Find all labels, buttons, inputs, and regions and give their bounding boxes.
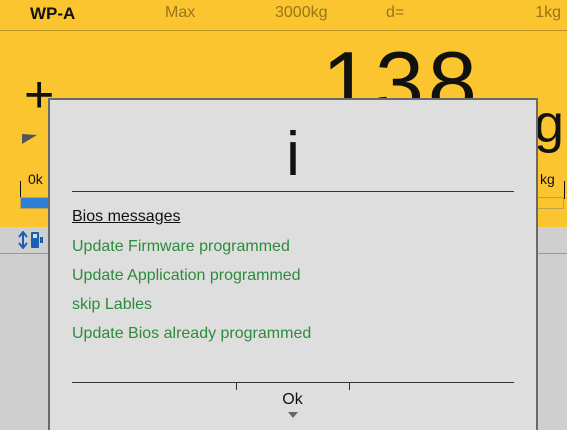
max-label: Max <box>165 4 196 21</box>
dialog-divider <box>72 191 514 192</box>
bar-min-label: 0k <box>28 171 43 187</box>
scale-name: WP-A <box>30 4 76 23</box>
dialog-title: Bios messages <box>72 208 181 225</box>
softkey-divider <box>72 382 514 383</box>
division-value: 1kg <box>535 4 561 21</box>
bar-max-tick <box>564 181 565 199</box>
capacity-bar-fill <box>21 198 48 208</box>
bios-messages-dialog: i Bios messages Update Firmware programm… <box>48 98 538 430</box>
stable-indicator-icon <box>22 129 37 145</box>
info-icon: i <box>286 120 300 189</box>
usb-transfer-icon <box>18 231 43 249</box>
message-line: Update Application programmed <box>72 267 301 284</box>
chevron-down-icon <box>287 412 298 418</box>
ok-button[interactable]: Ok <box>236 384 349 430</box>
message-line: Update Firmware programmed <box>72 238 290 255</box>
softkey-separator <box>349 382 350 390</box>
capacity-value: 3000kg <box>275 4 328 21</box>
message-line: skip Lables <box>72 296 153 313</box>
scale-header: WP-A Max 3000kg d= 1kg <box>0 0 567 31</box>
weight-unit: g <box>534 94 565 154</box>
message-line: Update Bios already programmed <box>72 325 312 342</box>
bar-max-label: kg <box>540 171 555 187</box>
ok-label: Ok <box>282 391 303 408</box>
division-label: d= <box>386 4 405 21</box>
